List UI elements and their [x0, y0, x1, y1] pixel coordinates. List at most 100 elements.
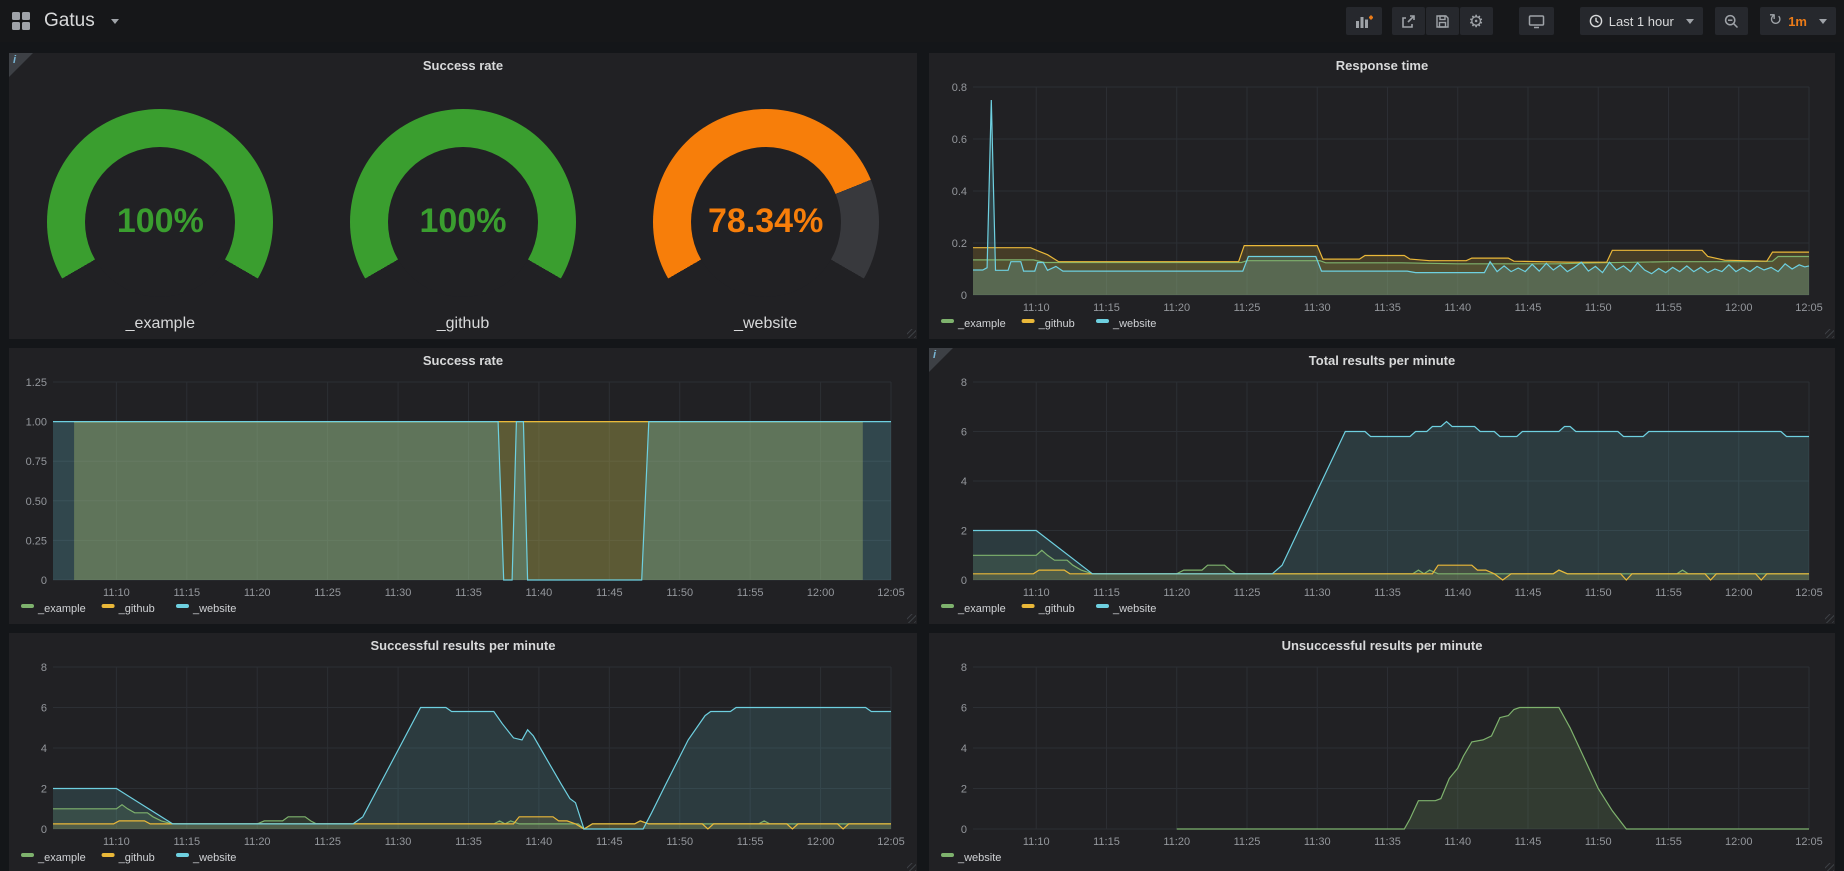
legend-label: _github — [118, 852, 155, 864]
resize-handle-icon[interactable] — [1825, 614, 1834, 623]
y-tick-label: 8 — [961, 662, 967, 674]
y-tick-label: 0 — [961, 575, 967, 587]
legend-label: _website — [1112, 318, 1156, 330]
resize-handle-icon[interactable] — [1825, 329, 1834, 338]
refresh-button[interactable]: ↻ 1m — [1760, 7, 1836, 35]
gauge-value: 78.34% — [653, 201, 879, 241]
legend-item-_github[interactable]: _github — [1022, 318, 1075, 330]
x-tick-label: 11:50 — [666, 836, 693, 848]
legend-item-_website[interactable]: _website — [176, 852, 236, 864]
panel-unsuccessful-results: Unsuccessful results per minute 0246811:… — [929, 633, 1835, 871]
x-tick-label: 11:20 — [1163, 302, 1190, 314]
legend-item-_website[interactable]: _website — [1096, 318, 1156, 330]
panel-title[interactable]: Success rate — [9, 53, 917, 79]
legend-item-_github[interactable]: _github — [1022, 603, 1075, 615]
resize-handle-icon[interactable] — [907, 329, 916, 338]
chart-svg: 00.250.500.751.001.2511:1011:1511:2011:2… — [17, 374, 909, 618]
time-range-button[interactable]: Last 1 hour — [1580, 7, 1703, 35]
panel-response-time: Response time 00.20.40.60.811:1011:1511:… — [929, 53, 1835, 339]
legend-item-_example[interactable]: _example — [21, 852, 86, 864]
x-tick-label: 12:00 — [807, 836, 835, 848]
resize-handle-icon[interactable] — [907, 863, 916, 871]
chart-svg: 0246811:1011:1511:2011:2511:3011:3511:40… — [937, 659, 1827, 867]
y-tick-label: 4 — [961, 743, 967, 755]
add-panel-button[interactable] — [1346, 7, 1382, 35]
legend-item-_website[interactable]: _website — [941, 852, 1001, 864]
chart-svg: 0246811:1011:1511:2011:2511:3011:3511:40… — [17, 659, 909, 867]
panel-title[interactable]: Unsuccessful results per minute — [929, 633, 1835, 659]
legend-label: _example — [957, 603, 1006, 615]
legend-item-_example[interactable]: _example — [941, 603, 1006, 615]
x-tick-label: 11:30 — [385, 587, 412, 599]
unsuccessful-results-chart[interactable]: 0246811:1011:1511:2011:2511:3011:3511:40… — [937, 659, 1827, 867]
resize-handle-icon[interactable] — [1825, 863, 1834, 871]
y-tick-label: 6 — [961, 427, 967, 439]
panel-title[interactable]: Successful results per minute — [9, 633, 917, 659]
legend-item-_example[interactable]: _example — [21, 603, 86, 615]
gauge-label: _website — [614, 315, 917, 333]
x-tick-label: 11:15 — [1093, 836, 1120, 848]
caret-down-icon[interactable] — [111, 19, 119, 24]
x-tick-label: 11:45 — [1515, 302, 1542, 314]
x-tick-label: 11:20 — [1163, 836, 1190, 848]
refresh-icon: ↻ — [1769, 13, 1782, 29]
legend-item-_github[interactable]: _github — [102, 852, 155, 864]
legend-item-_website[interactable]: _website — [176, 603, 236, 615]
legend-item-_example[interactable]: _example — [941, 318, 1006, 330]
y-tick-label: 0 — [961, 290, 967, 302]
panel-successful-results: Successful results per minute 0246811:10… — [9, 633, 917, 871]
dashboard-title[interactable]: Gatus — [44, 10, 95, 32]
zoom-out-button[interactable] — [1715, 7, 1748, 35]
x-tick-label: 11:20 — [244, 836, 271, 848]
total-results-chart[interactable]: 0246811:1011:1511:2011:2511:3011:3511:40… — [937, 374, 1827, 618]
x-tick-label: 12:00 — [1725, 836, 1753, 848]
y-tick-label: 6 — [961, 703, 967, 715]
x-tick-label: 11:30 — [1304, 587, 1331, 599]
panel-title[interactable]: Success rate — [9, 348, 917, 374]
x-tick-label: 11:50 — [1585, 836, 1612, 848]
gauge-label: _github — [312, 315, 615, 333]
y-tick-label: 0 — [41, 575, 47, 587]
x-tick-label: 11:35 — [1374, 587, 1401, 599]
x-tick-label: 11:50 — [666, 587, 693, 599]
y-tick-label: 0.8 — [952, 82, 967, 94]
panel-title[interactable]: Total results per minute — [929, 348, 1835, 374]
x-tick-label: 11:25 — [1234, 587, 1261, 599]
x-tick-label: 11:45 — [1515, 587, 1542, 599]
x-tick-label: 11:10 — [1023, 302, 1050, 314]
tv-icon — [1528, 14, 1545, 29]
y-tick-label: 0.25 — [26, 535, 47, 547]
success-rate-chart[interactable]: 00.250.500.751.001.2511:1011:1511:2011:2… — [17, 374, 909, 618]
settings-button[interactable]: ⚙ — [1460, 7, 1493, 35]
y-tick-label: 4 — [961, 476, 967, 488]
y-tick-label: 0.50 — [26, 496, 47, 508]
successful-results-chart[interactable]: 0246811:1011:1511:2011:2511:3011:3511:40… — [17, 659, 909, 867]
legend-label: _website — [957, 852, 1001, 864]
grid-icon[interactable] — [12, 12, 30, 30]
caret-down-icon — [1819, 19, 1827, 24]
dashboard-grid: i Success rate 100%_example100%_github78… — [0, 42, 1844, 871]
refresh-interval-label: 1m — [1788, 14, 1807, 29]
tv-mode-button[interactable] — [1519, 7, 1554, 35]
x-tick-label: 11:45 — [596, 587, 623, 599]
x-tick-label: 12:05 — [877, 836, 905, 848]
panel-title[interactable]: Response time — [929, 53, 1835, 79]
save-button[interactable] — [1426, 7, 1459, 35]
legend-item-_website[interactable]: _website — [1096, 603, 1156, 615]
resize-handle-icon[interactable] — [907, 614, 916, 623]
clock-icon — [1589, 14, 1603, 28]
x-tick-label: 11:40 — [1444, 836, 1471, 848]
share-button[interactable] — [1392, 7, 1425, 35]
x-tick-label: 12:05 — [1795, 587, 1823, 599]
legend-marker — [21, 853, 34, 857]
legend-marker — [941, 604, 954, 608]
series-area-_website — [53, 422, 891, 580]
response-time-chart[interactable]: 00.20.40.60.811:1011:1511:2011:2511:3011… — [937, 79, 1827, 333]
panel-total-results: i Total results per minute 0246811:1011:… — [929, 348, 1835, 624]
legend-label: _example — [957, 318, 1006, 330]
legend-item-_github[interactable]: _github — [102, 603, 155, 615]
x-tick-label: 12:05 — [877, 587, 905, 599]
x-tick-label: 11:40 — [526, 836, 553, 848]
legend-marker — [102, 853, 115, 857]
x-tick-label: 11:55 — [1655, 836, 1682, 848]
